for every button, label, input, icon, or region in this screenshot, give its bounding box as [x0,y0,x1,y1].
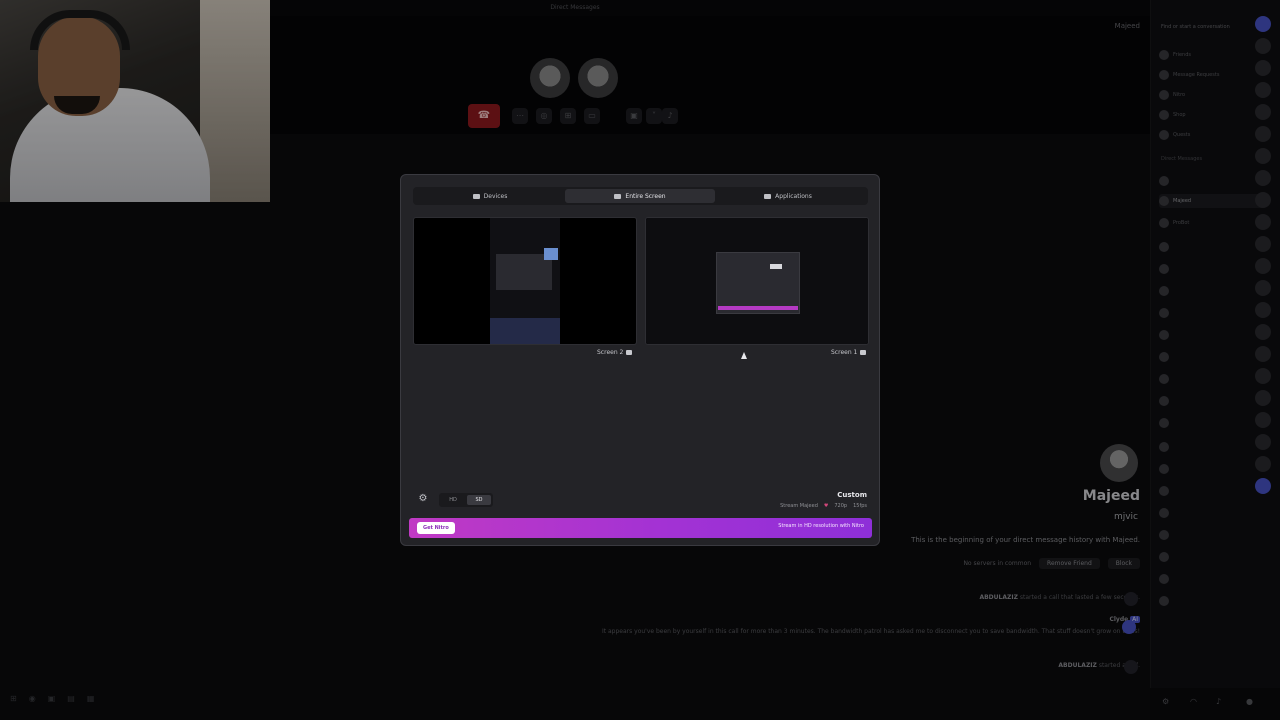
discord-app: Direct Messages Majeed ☎ ⋯ ◎ ⊞ ▭ ▣ ˅ ♪ M… [0,0,1280,720]
tab-entire-screen[interactable]: Entire Screen [565,189,715,203]
stream-fps: 15fps [853,503,867,509]
window-icon [764,193,772,199]
quality-toggle: HD SD [439,493,493,507]
screen-preview-image [544,248,558,260]
screen-preview-taskbar [490,318,560,344]
screen-preview-window [716,252,800,314]
stream-settings-summary: Stream Majeed ♥ 720p 15fps [780,503,867,509]
camera-icon [472,193,480,199]
screen-label-text: Screen 1 [831,349,858,356]
tab-devices[interactable]: Devices [415,189,565,203]
screen-preview-banner [718,306,798,310]
screen-preview-cursor [770,264,782,269]
monitor-icon [860,350,867,355]
source-tabs: Applications Entire Screen Devices [413,187,868,205]
screen-label-text: Screen 2 [597,349,624,356]
nitro-upsell-banner: Get Nitro Stream in HD resolution with N… [409,518,872,538]
nitro-upsell-text: Stream in HD resolution with Nitro [778,523,864,529]
screen-label: Screen 2 [597,349,633,356]
quality-hd-button[interactable]: HD [441,495,465,505]
tab-label: Entire Screen [625,192,666,200]
gear-icon[interactable]: ⚙ [417,493,429,505]
stream-info: Stream Majeed [780,503,818,509]
mouse-cursor-icon [741,352,747,359]
monitor-icon [626,350,633,355]
stream-custom-title: Custom [837,491,867,499]
quality-sd-button[interactable]: SD [467,495,491,505]
tab-label: Applications [775,192,812,200]
heart-icon: ♥ [823,503,829,509]
tab-applications[interactable]: Applications [713,189,863,203]
screen-thumbnail-screen-1[interactable] [645,217,869,345]
screen-share-modal: Applications Entire Screen Devices Scree… [400,174,880,546]
tab-label: Devices [483,192,508,200]
get-nitro-button[interactable]: Get Nitro [417,522,455,534]
stream-resolution: 720p [834,503,848,509]
screen-label: Screen 1 [831,349,867,356]
screen-thumbnail-screen-2[interactable] [413,217,637,345]
monitor-icon [614,193,622,199]
